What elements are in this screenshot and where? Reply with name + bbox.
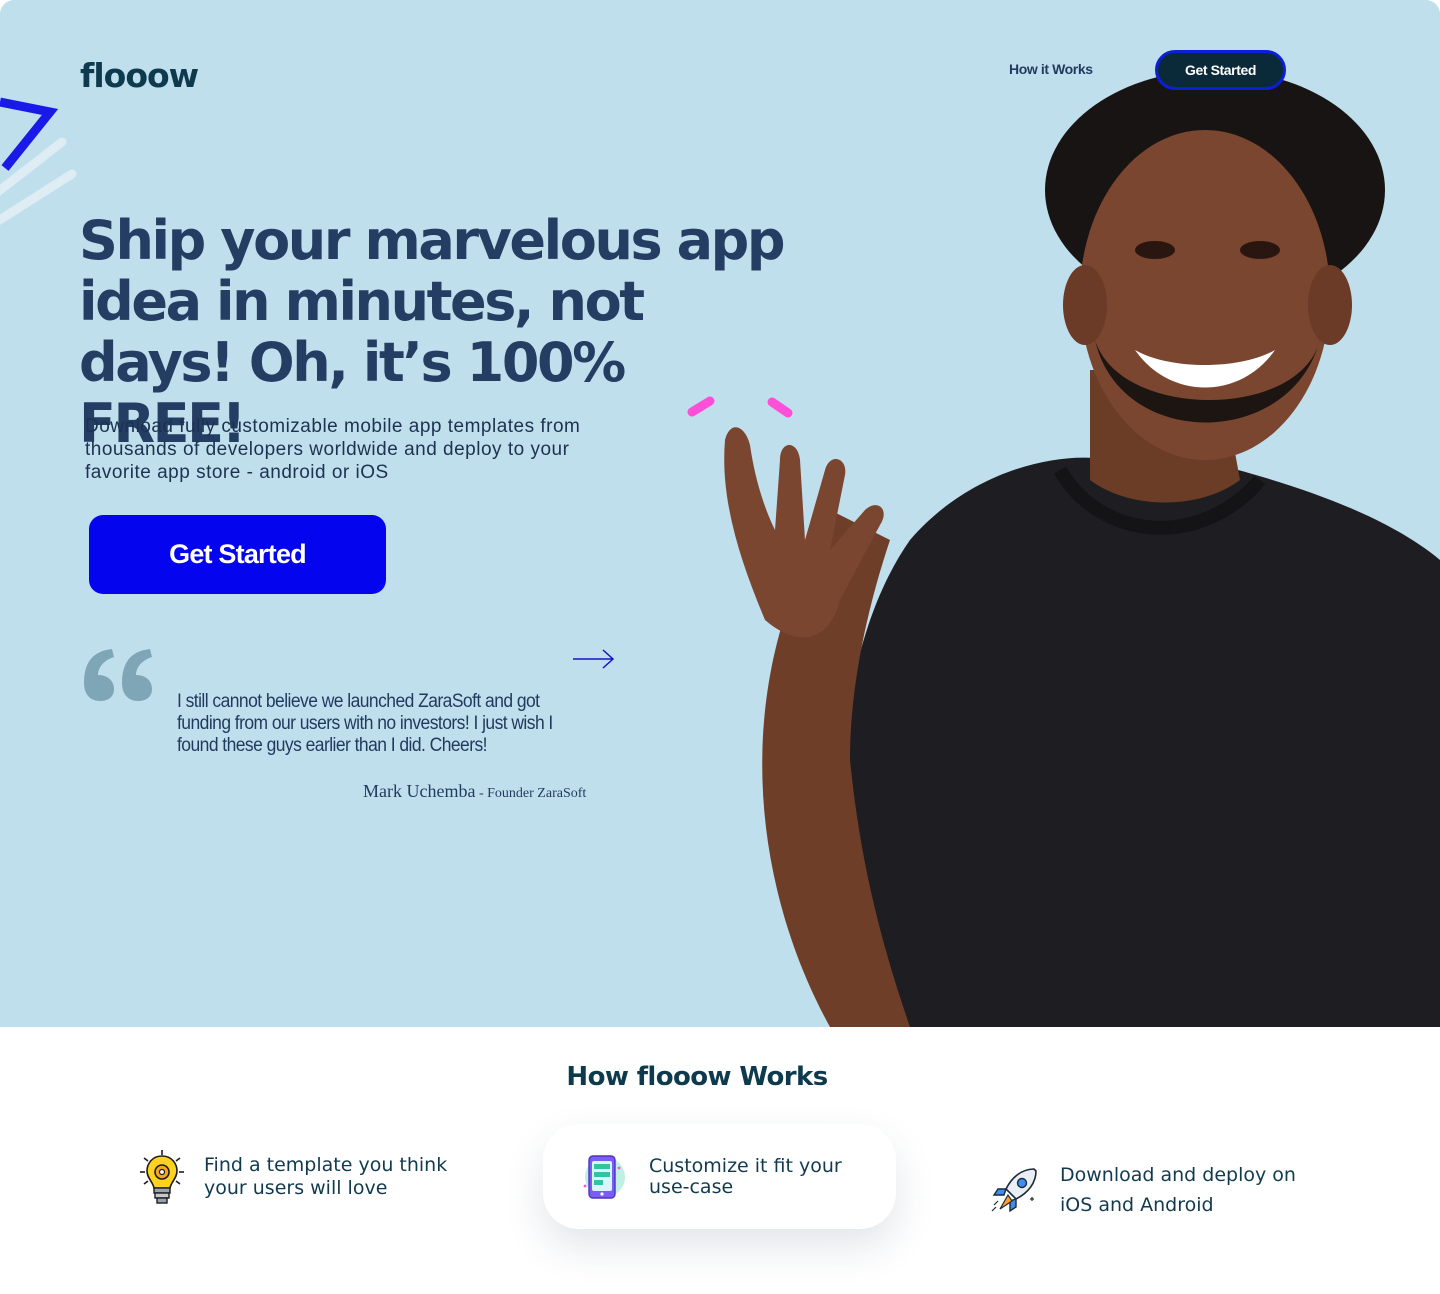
author-name: Mark Uchemba: [363, 781, 476, 801]
hero-section: flooow How it Works Get Started Ship you…: [0, 0, 1440, 1027]
step-label: Find a template you think your users wil…: [204, 1154, 448, 1199]
testimonial-author: Mark Uchemba - Founder ZaraSoft: [363, 781, 586, 802]
step-customize[interactable]: Customize it fit your use-case: [543, 1124, 896, 1229]
author-role: Founder ZaraSoft: [487, 786, 587, 801]
testimonial-quote: I still cannot believe we launched ZaraS…: [177, 691, 553, 756]
hero-subtext: Download fully customizable mobile app t…: [85, 416, 581, 483]
step-deploy[interactable]: Download and deploy on iOS and Android: [990, 1160, 1310, 1220]
decorative-chevron-lines: [0, 97, 77, 225]
rocket-icon: [991, 1168, 1037, 1213]
hero-get-started-button[interactable]: Get Started: [89, 515, 386, 594]
quote-mark-icon: [84, 649, 152, 701]
arrow-right-icon[interactable]: [572, 648, 616, 670]
nav-get-started-button[interactable]: Get Started: [1155, 50, 1286, 90]
founder-photo: [687, 70, 1440, 1027]
how-it-works-title: How flooow Works: [566, 1062, 828, 1092]
step-label: Download and deploy on iOS and Android: [1060, 1164, 1296, 1216]
brand-logo[interactable]: flooow: [80, 56, 199, 95]
step-find-template[interactable]: Find a template you think your users wil…: [138, 1148, 454, 1206]
author-separator: -: [475, 786, 488, 801]
lightbulb-gear-icon: [140, 1150, 184, 1204]
phone-app-icon: [583, 1154, 625, 1199]
step-label: Customize it fit your use-case: [649, 1154, 842, 1198]
